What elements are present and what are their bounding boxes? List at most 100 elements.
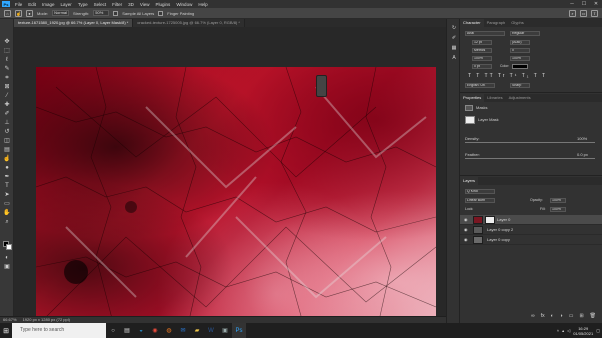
home-icon[interactable]: ⌂ — [4, 9, 11, 17]
floating-mini-panel[interactable] — [316, 75, 327, 97]
tab-libraries[interactable]: Libraries — [484, 94, 505, 102]
background-color-swatch[interactable] — [6, 244, 12, 250]
eyedropper-tool-icon[interactable]: ⁄ — [3, 93, 11, 100]
history-icon[interactable]: ↻ — [450, 25, 458, 32]
eye-icon[interactable]: ◉ — [464, 235, 468, 245]
group-icon[interactable]: ▭ — [569, 313, 574, 321]
pen-tool-icon[interactable]: ✒ — [3, 174, 11, 181]
share-icon[interactable]: ⇪ — [591, 10, 598, 17]
mode-select[interactable]: Normal — [52, 10, 70, 16]
tab-character[interactable]: Character — [460, 19, 484, 27]
photoshop-taskbar-icon[interactable]: Ps — [232, 323, 246, 338]
menu-window[interactable]: Window — [173, 2, 195, 7]
search-icon[interactable]: ⌕ — [569, 10, 576, 17]
menu-help[interactable]: Help — [195, 2, 210, 7]
text-style-buttons[interactable]: T T TT Tr T¹ T₁ T T — [468, 73, 547, 79]
lasso-tool-icon[interactable]: ℓ — [3, 57, 11, 64]
sample-all-checkbox[interactable] — [113, 10, 119, 16]
task-view-icon[interactable]: ○ — [106, 323, 120, 338]
layer-mask-thumbnail[interactable] — [485, 216, 495, 224]
layer-row[interactable]: ◉ Layer 0 copy 2 — [460, 225, 602, 235]
clock[interactable]: 16:29 01/05/2021 — [573, 326, 593, 336]
healing-tool-icon[interactable]: ✚ — [3, 102, 11, 109]
strength-field[interactable]: 50% — [93, 10, 110, 16]
text-color-swatch[interactable] — [512, 64, 528, 69]
maximize-icon[interactable]: ☐ — [578, 0, 590, 8]
close-icon[interactable]: ✕ — [590, 0, 602, 8]
menu-image[interactable]: Image — [39, 2, 58, 7]
shape-tool-icon[interactable]: ▭ — [3, 201, 11, 208]
network-icon[interactable]: ▴ — [562, 328, 564, 333]
brush-tool-icon[interactable]: ✐ — [3, 111, 11, 118]
fx-icon[interactable]: fx — [541, 313, 545, 321]
antialias-field[interactable]: Sharp — [510, 83, 530, 88]
quick-select-tool-icon[interactable]: ✎ — [3, 66, 11, 73]
layer-row[interactable]: ◉ Layer 0 — [460, 215, 602, 225]
eye-icon[interactable]: ◉ — [464, 225, 468, 235]
tab-glyphs[interactable]: Glyphs — [508, 19, 526, 27]
menu-edit[interactable]: Edit — [25, 2, 39, 7]
kerning-field[interactable]: Metrics — [472, 48, 492, 53]
minimize-icon[interactable]: ─ — [566, 0, 578, 8]
notifications-icon[interactable]: ▢ — [596, 328, 600, 333]
zoom-tool-icon[interactable]: ⌕ — [3, 219, 11, 226]
quick-mask-icon[interactable]: ◐ — [3, 255, 11, 262]
smudge-tool-icon[interactable]: ☝ — [3, 156, 11, 163]
edge-icon[interactable]: ◒ — [134, 323, 148, 338]
tab-adjustments[interactable]: Adjustments — [506, 94, 534, 102]
path-select-tool-icon[interactable]: ➤ — [3, 192, 11, 199]
layer-row[interactable]: ◉ Layer 0 copy — [460, 235, 602, 245]
language-field[interactable]: English: UK — [465, 83, 495, 88]
menu-select[interactable]: Select — [91, 2, 110, 7]
windows-start-icon[interactable]: ⊞ — [0, 323, 12, 338]
app-icon[interactable]: ▣ — [218, 323, 232, 338]
tab-texture[interactable]: texture-1671580_1920.jpg @ 66.7% (Layer … — [14, 19, 134, 27]
feather-slider[interactable] — [465, 158, 595, 159]
screen-mode-icon[interactable]: ▣ — [3, 264, 11, 271]
clone-stamp-tool-icon[interactable]: ⊥ — [3, 120, 11, 127]
tab-layers[interactable]: Layers — [460, 177, 479, 185]
brush-preset-icon[interactable]: ● — [26, 9, 33, 17]
eraser-tool-icon[interactable]: ◫ — [3, 138, 11, 145]
marquee-tool-icon[interactable]: ⬚ — [3, 48, 11, 55]
finger-painting-checkbox[interactable] — [158, 10, 164, 16]
canvas-area[interactable] — [14, 27, 446, 334]
menu-view[interactable]: View — [137, 2, 153, 7]
menu-file[interactable]: File — [12, 2, 25, 7]
frame-tool-icon[interactable]: ⊠ — [3, 84, 11, 91]
eye-icon[interactable]: ◉ — [464, 215, 468, 225]
fill-field[interactable]: 100% — [550, 207, 566, 212]
density-slider[interactable] — [465, 142, 595, 143]
task-switch-icon[interactable]: ▤ — [120, 323, 134, 338]
tracking-field[interactable]: 0 — [510, 48, 530, 53]
new-layer-icon[interactable]: ⊞ — [579, 313, 583, 321]
menu-plugins[interactable]: Plugins — [153, 2, 174, 7]
chrome-icon[interactable]: ◉ — [148, 323, 162, 338]
menu-layer[interactable]: Layer — [58, 2, 75, 7]
horizontal-scale-field[interactable]: 100% — [510, 56, 530, 61]
tab-cracked-texture[interactable]: cracked-texture-1725005.jpg @ 66.7% (Lay… — [133, 19, 245, 27]
baseline-field[interactable]: 0 pt — [472, 64, 492, 69]
character-panel-icon[interactable]: A — [450, 55, 458, 62]
history-brush-tool-icon[interactable]: ↺ — [3, 129, 11, 136]
layer-filter-kind[interactable]: Q Kind — [465, 189, 495, 194]
vertical-scale-field[interactable]: 100% — [472, 56, 492, 61]
font-style-field[interactable]: Regular — [510, 31, 540, 36]
gradient-tool-icon[interactable]: ▤ — [3, 147, 11, 154]
type-tool-icon[interactable]: T — [3, 183, 11, 190]
taskbar-search-input[interactable]: Type here to search — [12, 323, 106, 338]
brush-settings-icon[interactable]: ✐ — [450, 35, 458, 42]
density-value[interactable]: 100% — [577, 136, 587, 141]
dodge-tool-icon[interactable]: ● — [3, 165, 11, 172]
menu-3d[interactable]: 3D — [125, 2, 137, 7]
workspace-icon[interactable]: ▭ — [580, 10, 587, 17]
opacity-field[interactable]: 100% — [550, 198, 566, 203]
crop-tool-icon[interactable]: ⌗ — [3, 75, 11, 82]
explorer-icon[interactable]: ▰ — [190, 323, 204, 338]
volume-icon[interactable]: ◁ — [567, 328, 570, 333]
delete-icon[interactable]: 🗑 — [590, 313, 596, 321]
font-family-field[interactable]: Arial — [465, 31, 505, 36]
menu-filter[interactable]: Filter — [109, 2, 125, 7]
move-tool-icon[interactable]: ✥ — [3, 39, 11, 46]
firefox-icon[interactable]: ◍ — [162, 323, 176, 338]
